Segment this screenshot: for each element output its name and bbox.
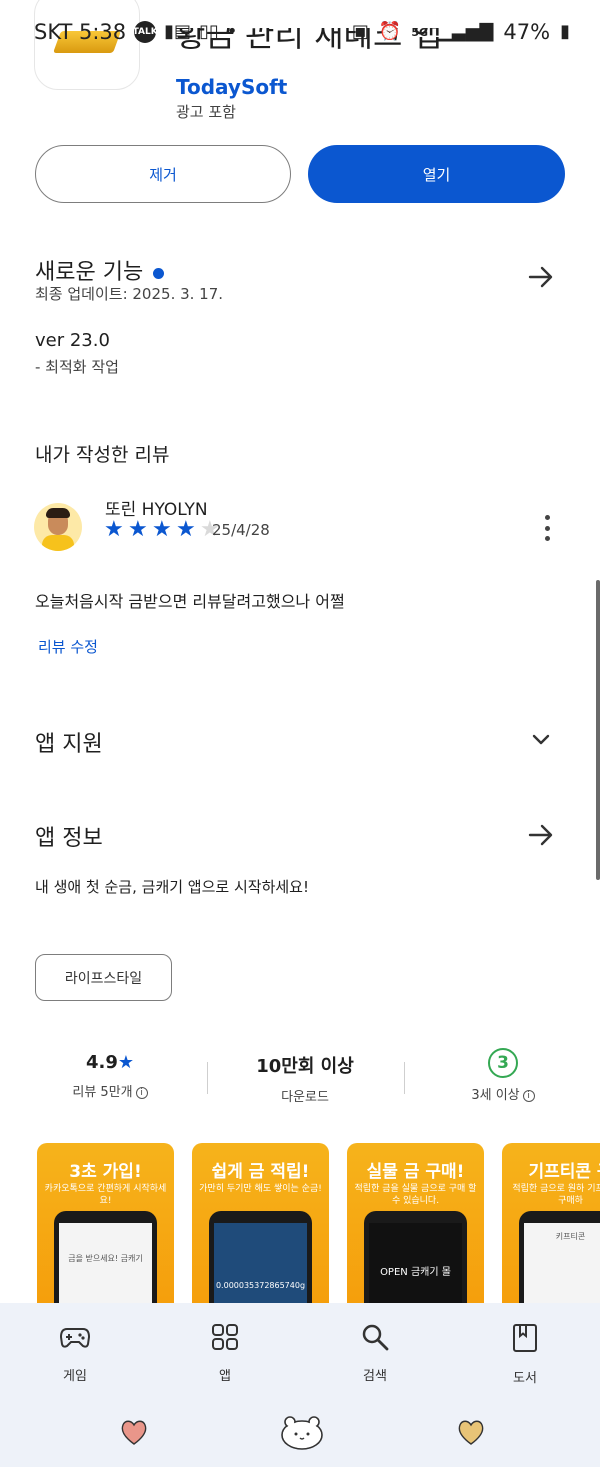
kakaotalk-icon: TALK bbox=[133, 21, 158, 43]
version-text: ver 23.0 bbox=[35, 330, 110, 351]
status-bar: SKT 5:38 TALK ▮▤ ▯▯ • ▣ ⏰ 5G ▁▃▅▇ 47% ▮ bbox=[0, 0, 600, 66]
network-type: 5G bbox=[411, 25, 429, 39]
heart-icon[interactable] bbox=[119, 1417, 149, 1447]
downloads-stat: 10만회 이상 다운로드 bbox=[230, 1052, 380, 1105]
arrow-right-icon[interactable] bbox=[526, 820, 556, 850]
heart-icon[interactable] bbox=[456, 1417, 486, 1447]
notification-icon: ▮▤ bbox=[164, 21, 192, 42]
screenshot-3[interactable]: 실물 금 구매! 적립한 금을 실물 금으로 구매 할 수 있습니다. OPEN… bbox=[347, 1143, 484, 1305]
rating-stat: 4.9★ 리뷰 5만개 i bbox=[35, 1052, 185, 1100]
age-rating-label: 3세 이상 bbox=[471, 1088, 520, 1103]
star-icon: ★ bbox=[117, 1052, 135, 1073]
book-icon bbox=[513, 1324, 537, 1352]
star-filled-icon: ★ bbox=[128, 517, 148, 542]
screenshots-carousel[interactable]: 3초 가입! 카카오톡으로 간편하게 시작하세요! 금을 받으세요! 금캐기 쉽… bbox=[37, 1143, 600, 1305]
downloads-value: 10만회 이상 bbox=[256, 1056, 354, 1077]
signal-icon: ▁▃▅▇ bbox=[438, 21, 494, 42]
info-icon[interactable]: i bbox=[135, 1086, 148, 1099]
changelog-text: - 최적화 작업 bbox=[35, 358, 119, 376]
nav-label: 게임 bbox=[63, 1369, 87, 1384]
divider bbox=[207, 1062, 208, 1094]
edit-review-link[interactable]: 리뷰 수정 bbox=[38, 636, 98, 657]
gamepad-icon bbox=[59, 1328, 91, 1348]
whats-new-header[interactable]: 새로운 기능 bbox=[35, 254, 165, 286]
info-icon[interactable]: i bbox=[522, 1089, 535, 1102]
remove-button[interactable]: 제거 bbox=[35, 145, 291, 203]
status-left: SKT 5:38 TALK ▮▤ ▯▯ • bbox=[34, 20, 238, 44]
screenshot-4[interactable]: 기프티콘 구 적립한 금으로 원하 기프티콘을 구매하 키프티콘 bbox=[502, 1143, 600, 1305]
nav-label: 도서 bbox=[513, 1371, 537, 1386]
nav-books[interactable]: 도서 bbox=[475, 1323, 575, 1386]
screenshot-2[interactable]: 쉽게 금 적립! 가만히 두기만 해도 쌓이는 순금! 0.0000353728… bbox=[192, 1143, 329, 1305]
carrier-time: SKT 5:38 bbox=[34, 20, 127, 44]
age-rating-stat: 3 3세 이상 i bbox=[428, 1048, 578, 1103]
app-support-title[interactable]: 앱 지원 bbox=[35, 726, 103, 758]
whats-new-title: 새로운 기능 bbox=[35, 260, 144, 285]
scrollbar[interactable] bbox=[596, 580, 600, 880]
rating-stars: ★ ★ ★ ★ ★ bbox=[104, 519, 222, 541]
apps-grid-icon bbox=[212, 1324, 238, 1350]
search-icon bbox=[362, 1324, 389, 1351]
battery-percent: 47% bbox=[503, 20, 551, 44]
rating-label: 리뷰 5만개 bbox=[72, 1085, 133, 1100]
dual-icon: ▯▯ bbox=[199, 21, 219, 42]
about-title[interactable]: 앱 정보 bbox=[35, 820, 103, 852]
age-rating-badge: 3 bbox=[488, 1048, 518, 1078]
category-chip[interactable]: 라이프스타일 bbox=[35, 954, 172, 1001]
battery-icon: ▮ bbox=[560, 21, 570, 42]
star-filled-icon: ★ bbox=[176, 517, 196, 542]
nav-apps[interactable]: 앱 bbox=[175, 1323, 275, 1384]
avatar bbox=[34, 503, 82, 551]
last-updated: 최종 업데이트: 2025. 3. 17. bbox=[35, 285, 224, 303]
chevron-down-icon[interactable] bbox=[531, 730, 551, 750]
nav-games[interactable]: 게임 bbox=[25, 1323, 125, 1384]
screenshot-1[interactable]: 3초 가입! 카카오톡으로 간편하게 시작하세요! 금을 받으세요! 금캐기 bbox=[37, 1143, 174, 1305]
dot-icon: • bbox=[226, 21, 238, 42]
battery-saver-icon: ▣ bbox=[351, 21, 369, 42]
developer-link[interactable]: TodaySoft bbox=[176, 75, 287, 99]
alarm-icon: ⏰ bbox=[378, 21, 402, 42]
nav-label: 앱 bbox=[219, 1369, 231, 1384]
new-dot-icon bbox=[153, 267, 165, 279]
star-filled-icon: ★ bbox=[104, 517, 124, 542]
nav-label: 검색 bbox=[363, 1369, 387, 1384]
review-date: 25/4/28 bbox=[212, 521, 270, 539]
ad-note: 광고 포함 bbox=[176, 103, 236, 121]
review-text: 오늘처음시작 금받으면 리뷰달려고했으나 어쩔 bbox=[35, 592, 345, 611]
arrow-right-icon[interactable] bbox=[526, 262, 556, 292]
home-bear-icon[interactable] bbox=[280, 1413, 324, 1451]
rating-value: 4.9 bbox=[85, 1052, 118, 1073]
nav-search[interactable]: 검색 bbox=[325, 1323, 425, 1384]
my-review-title: 내가 작성한 리뷰 bbox=[35, 444, 170, 466]
bottom-nav: 게임 앱 검색 도서 bbox=[0, 1303, 600, 1467]
more-options-icon[interactable] bbox=[540, 515, 554, 541]
open-button[interactable]: 열기 bbox=[308, 145, 565, 203]
status-right: ▣ ⏰ 5G ▁▃▅▇ 47% ▮ bbox=[352, 20, 570, 44]
divider bbox=[404, 1062, 405, 1094]
downloads-label: 다운로드 bbox=[281, 1090, 329, 1105]
star-filled-icon: ★ bbox=[152, 517, 172, 542]
about-description: 내 생애 첫 순금, 금캐기 앱으로 시작하세요! bbox=[35, 878, 309, 896]
